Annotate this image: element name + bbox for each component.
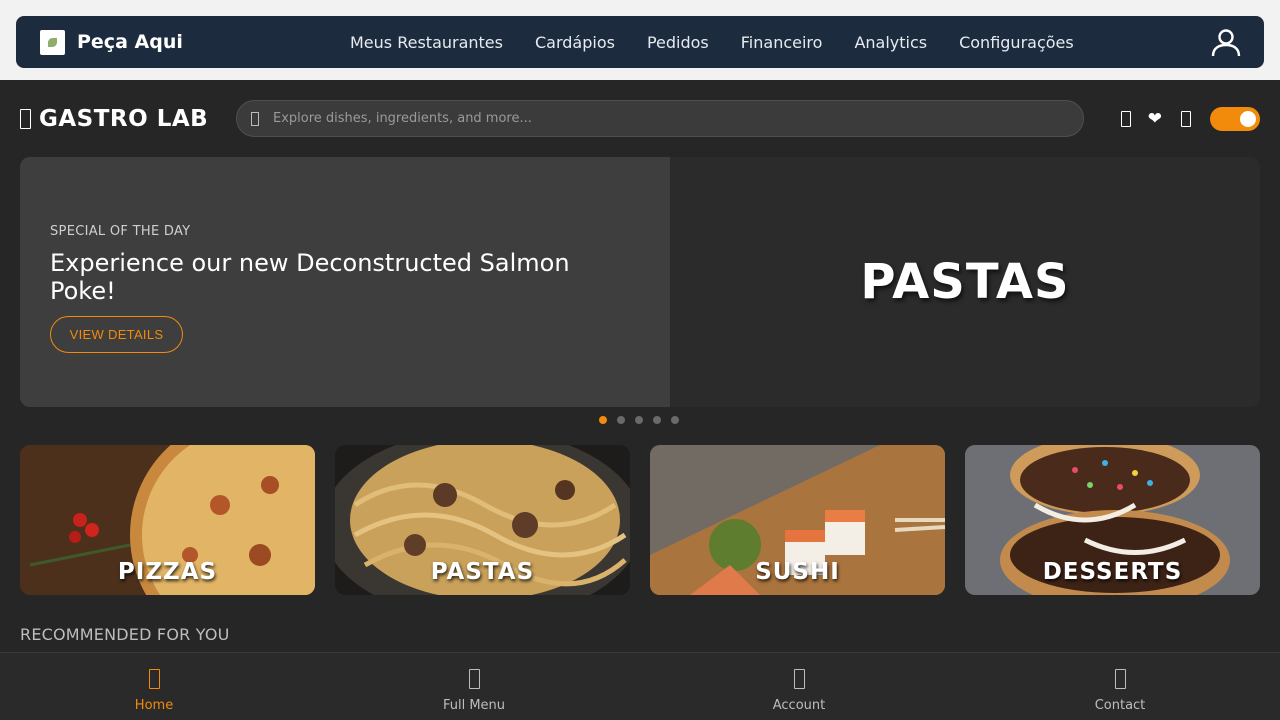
category-label: DESSERTS <box>1042 559 1183 585</box>
menu-icon <box>468 669 480 689</box>
app-logo[interactable]: GASTRO LAB <box>20 104 208 134</box>
notification-icon[interactable] <box>1181 111 1191 127</box>
bottom-nav-full-menu[interactable]: Full Menu <box>314 653 634 720</box>
toggle-knob <box>1240 111 1256 127</box>
brand-logo <box>40 29 65 55</box>
account-icon <box>793 669 805 689</box>
hero-slide-label: PASTAS <box>860 254 1070 310</box>
bottom-nav-account[interactable]: Account <box>639 653 959 720</box>
nav-link-financeiro[interactable]: Financeiro <box>741 33 823 52</box>
bottom-nav-label: Contact <box>1094 698 1146 713</box>
contact-icon <box>1114 669 1126 689</box>
carousel-dot[interactable] <box>653 416 661 424</box>
cart-icon[interactable] <box>1120 111 1131 127</box>
home-icon <box>148 669 160 689</box>
category-label: SUSHI <box>755 559 840 585</box>
category-cards: PIZZAS PASTAS SUSHI DESSERTS <box>20 445 1260 595</box>
nav-link-meus-restaurantes[interactable]: Meus Restaurantes <box>350 33 503 52</box>
category-label: PIZZAS <box>117 559 218 585</box>
category-card-pizzas[interactable]: PIZZAS <box>20 445 315 595</box>
category-card-pastas[interactable]: PASTAS <box>335 445 630 595</box>
carousel-dot[interactable] <box>617 416 625 424</box>
view-details-button[interactable]: VIEW DETAILS <box>50 316 183 353</box>
nav-link-analytics[interactable]: Analytics <box>854 33 927 52</box>
logo-icon <box>20 109 31 129</box>
bottom-nav-label: Home <box>134 698 174 713</box>
bottom-nav-home[interactable]: Home <box>0 653 314 720</box>
heart-icon[interactable]: ❤ <box>1148 109 1162 129</box>
bottom-nav-contact[interactable]: Contact <box>960 653 1280 720</box>
hero-title: Experience our new Deconstructed Salmon … <box>50 249 570 305</box>
search-input[interactable] <box>273 111 1053 126</box>
bottom-nav-label: Full Menu <box>442 698 506 713</box>
nav-links: Meus Restaurantes Cardápios Pedidos Fina… <box>350 16 1106 68</box>
hero-carousel: SPECIAL OF THE DAY Experience our new De… <box>20 157 1260 407</box>
bottom-nav-label: Account <box>772 698 826 713</box>
search-bar <box>236 100 1084 137</box>
carousel-dot[interactable] <box>671 416 679 424</box>
recommended-section-title: RECOMMENDED FOR YOU <box>20 625 230 644</box>
carousel-dot[interactable] <box>599 416 607 424</box>
brand[interactable]: Peça Aqui <box>40 16 183 68</box>
search-icon[interactable] <box>251 111 259 126</box>
bottom-nav: Home Full Menu Account Contact <box>0 652 1280 720</box>
app-logo-text: GASTRO LAB <box>39 106 209 132</box>
category-card-sushi[interactable]: SUSHI <box>650 445 945 595</box>
header-icons: ❤ <box>1120 100 1260 138</box>
nav-link-cardapios[interactable]: Cardápios <box>535 33 615 52</box>
app-header: GASTRO LAB ❤ <box>20 100 1260 138</box>
category-card-desserts[interactable]: DESSERTS <box>965 445 1260 595</box>
top-navbar: Peça Aqui Meus Restaurantes Cardápios Pe… <box>16 16 1264 68</box>
category-label: PASTAS <box>430 559 535 585</box>
hero-kicker: SPECIAL OF THE DAY <box>50 224 191 239</box>
carousel-dot[interactable] <box>635 416 643 424</box>
carousel-dots <box>599 416 679 424</box>
nav-link-configuracoes[interactable]: Configurações <box>959 33 1074 52</box>
brand-name: Peça Aqui <box>77 31 183 53</box>
nav-link-pedidos[interactable]: Pedidos <box>647 33 709 52</box>
theme-toggle[interactable] <box>1210 107 1260 131</box>
user-icon[interactable] <box>1210 26 1242 58</box>
hero-text-panel: SPECIAL OF THE DAY Experience our new De… <box>20 157 670 407</box>
